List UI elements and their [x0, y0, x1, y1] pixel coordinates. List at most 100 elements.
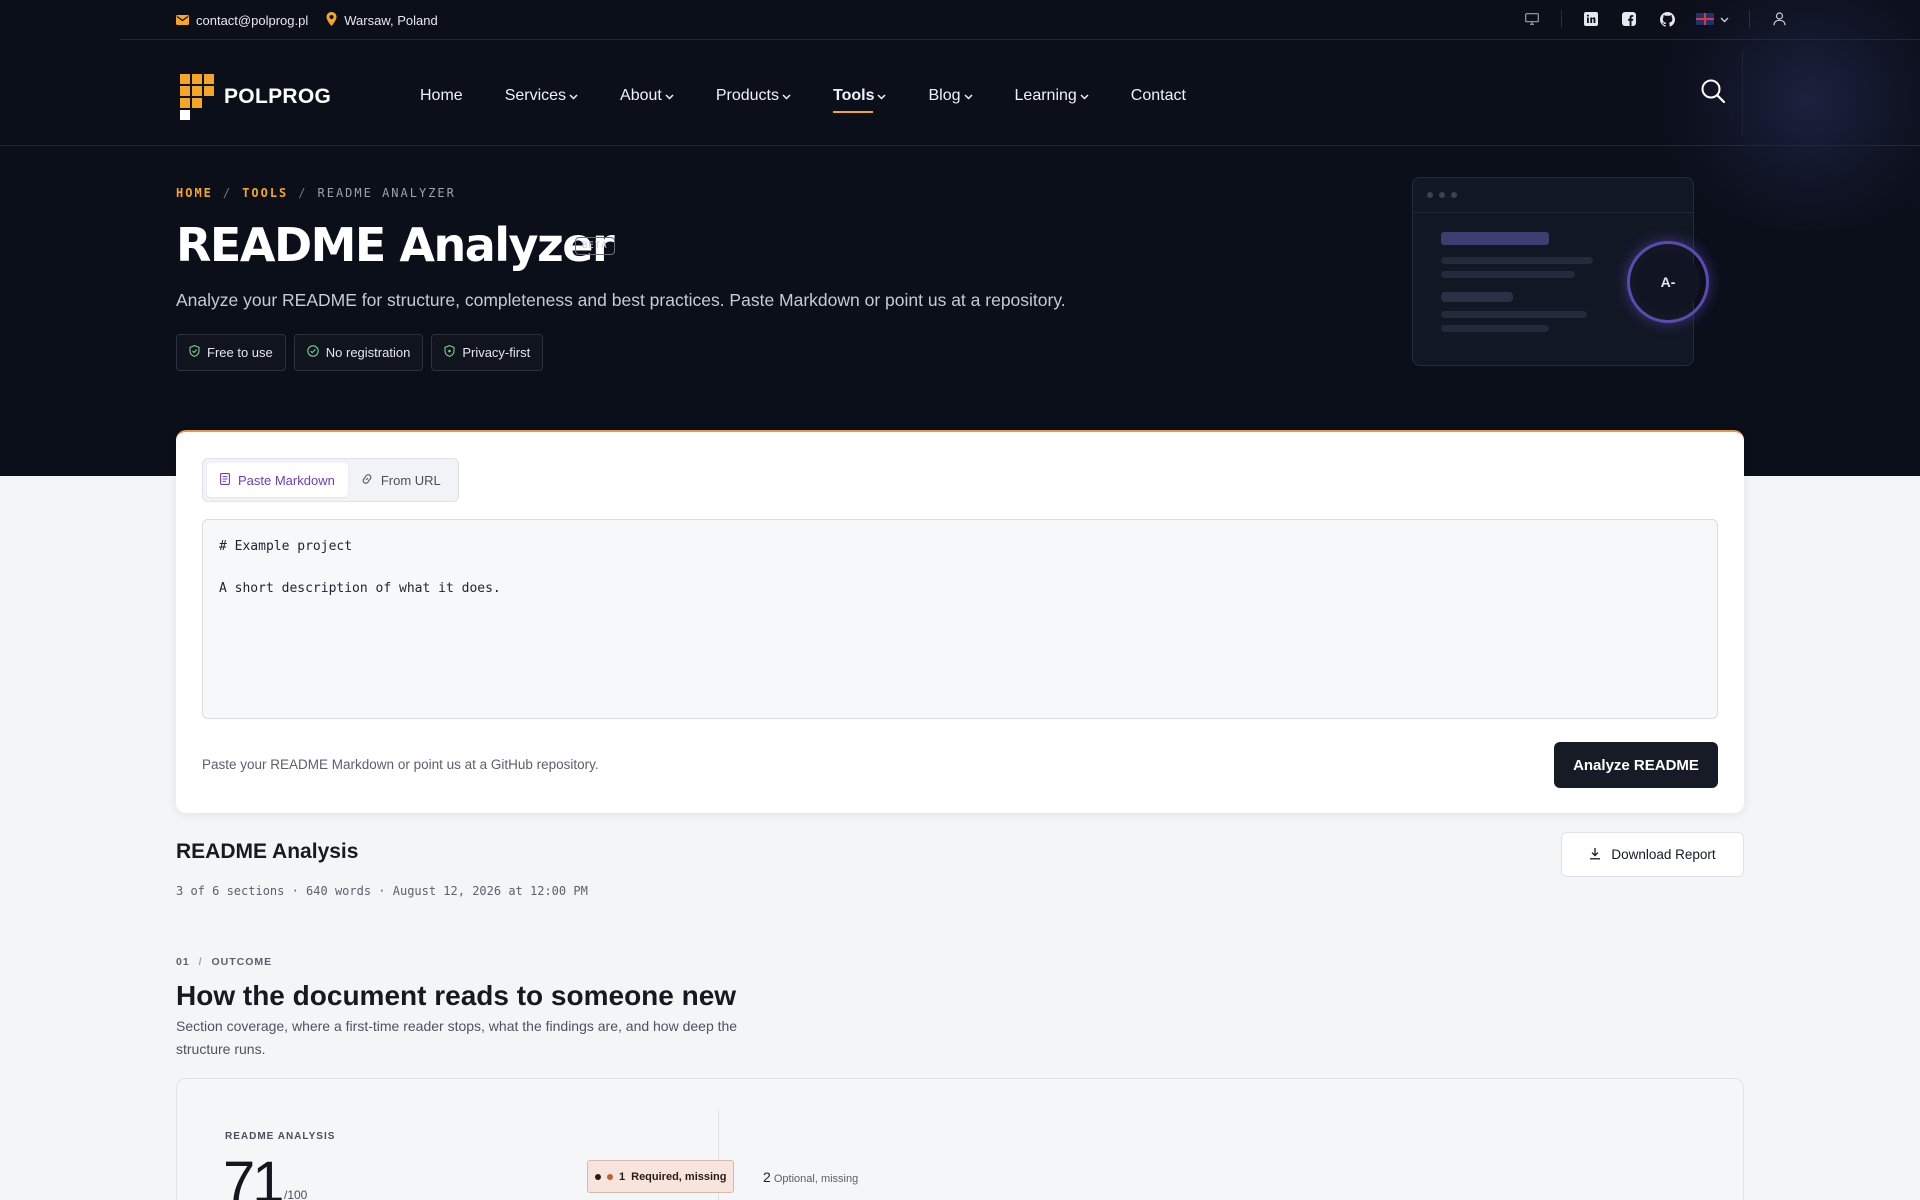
breadcrumb-current: README ANALYZER — [317, 186, 456, 200]
section-title: How the document reads to someone new — [176, 980, 737, 1011]
user-icon[interactable] — [1770, 10, 1788, 28]
nav-label: Blog — [928, 87, 961, 104]
chevron-down-icon — [1720, 10, 1729, 28]
pill-free: Free to use — [176, 334, 286, 371]
tab-from-url[interactable]: From URL — [348, 463, 454, 497]
input-hint: Paste your README Markdown or point us a… — [202, 757, 599, 772]
markdown-editor[interactable]: # Example project A short description of… — [202, 519, 1718, 719]
breadcrumb-separator: / — [298, 186, 308, 200]
tab-label: From URL — [380, 472, 441, 488]
email-link[interactable]: contact@polprog.pl — [176, 13, 308, 28]
results-title: README Analysis — [176, 840, 359, 863]
nav-label: About — [620, 87, 662, 104]
required-missing-badge[interactable]: 1 Required, missing — [587, 1160, 735, 1193]
breadcrumb-tools[interactable]: TOOLS — [242, 186, 288, 200]
github-icon[interactable] — [1658, 10, 1676, 28]
score-value: 71 — [223, 1150, 284, 1200]
chevron-down-icon — [665, 87, 674, 105]
grade-text: A- — [1660, 274, 1676, 290]
feature-pills: Free to use No registration Privacy-firs… — [176, 334, 544, 371]
input-mode-tabs: Paste Markdown From URL — [202, 458, 459, 502]
divider — [1749, 10, 1750, 28]
nav-menu: Home Services About Products Tools Blog … — [420, 84, 1228, 113]
download-label: Download Report — [1611, 847, 1716, 862]
results-meta: 3 of 6 sections · 640 words · August 12,… — [176, 884, 588, 898]
optional-missing-count: 2 — [763, 1169, 771, 1185]
chevron-down-icon — [877, 87, 887, 105]
chevron-down-icon — [782, 87, 791, 105]
breadcrumb: HOME / TOOLS / README ANALYZER — [176, 186, 456, 200]
logo[interactable]: POLPROG — [180, 74, 331, 120]
eyebrow-separator: / — [198, 956, 203, 968]
pill-label: Free to use — [207, 345, 273, 360]
score-label: README ANALYSIS — [225, 1131, 336, 1142]
nav-item-blog[interactable]: Blog — [928, 84, 973, 108]
divider — [1561, 10, 1562, 28]
tab-paste-markdown[interactable]: Paste Markdown — [207, 463, 348, 497]
analyze-readme-button[interactable]: Analyze README — [1554, 742, 1718, 788]
section-number: 01 — [176, 956, 190, 968]
pill-label: Privacy-first — [462, 345, 531, 360]
required-missing-label: Required, missing — [631, 1170, 727, 1183]
logo-text: POLPROG — [224, 85, 332, 108]
location-text: Warsaw, Poland — [344, 13, 438, 28]
status-dot — [607, 1173, 613, 1180]
pill-no-registration: No registration — [293, 334, 424, 371]
main-navigation: POLPROG Home Services About Products Too… — [0, 40, 1920, 146]
nav-item-contact[interactable]: Contact — [1131, 84, 1186, 108]
breadcrumb-separator: / — [222, 186, 233, 200]
download-report-button[interactable]: Download Report — [1561, 832, 1744, 877]
required-missing-count: 1 — [619, 1170, 626, 1183]
check-circle-icon — [307, 345, 319, 360]
search-icon[interactable] — [1700, 78, 1728, 106]
nav-item-products[interactable]: Products — [716, 84, 791, 108]
location-pin-icon — [326, 12, 337, 29]
monitor-icon[interactable] — [1523, 10, 1541, 28]
linkedin-icon[interactable] — [1582, 10, 1600, 28]
location: Warsaw, Poland — [326, 12, 438, 29]
section-description: Section coverage, where a first-time rea… — [176, 1018, 738, 1057]
nav-item-services[interactable]: Services — [505, 84, 578, 108]
download-icon — [1589, 847, 1601, 863]
optional-missing-label: Optional, missing — [773, 1173, 859, 1185]
flag-uk-icon — [1696, 13, 1714, 25]
top-bar: contact@polprog.pl Warsaw, Poland — [120, 0, 1920, 40]
grade-ring: A- — [1627, 241, 1709, 323]
contact-info: contact@polprog.pl Warsaw, Poland — [176, 12, 438, 29]
facebook-icon[interactable] — [1620, 10, 1638, 28]
section-eyebrow: 01 / OUTCOME — [176, 956, 272, 968]
email-text: contact@polprog.pl — [196, 13, 309, 28]
document-icon — [220, 472, 230, 488]
link-icon — [361, 473, 373, 488]
nav-item-home[interactable]: Home — [420, 84, 463, 108]
breadcrumb-home[interactable]: HOME — [176, 186, 213, 200]
pill-privacy: Privacy-first — [431, 334, 544, 371]
status-dot — [595, 1173, 601, 1180]
language-selector[interactable] — [1696, 10, 1729, 28]
section-name: OUTCOME — [211, 956, 273, 968]
chevron-down-icon — [1080, 87, 1089, 105]
nav-label: Home — [420, 87, 463, 104]
nav-item-about[interactable]: About — [620, 84, 674, 108]
nav-label: Contact — [1130, 87, 1186, 104]
divider — [1742, 50, 1743, 136]
hero-background: contact@polprog.pl Warsaw, Poland POLPRO… — [0, 0, 1920, 476]
nav-item-tools[interactable]: Tools — [833, 84, 887, 113]
nav-label: Products — [715, 87, 779, 104]
pill-label: No registration — [325, 345, 411, 360]
topbar-actions — [1523, 10, 1788, 28]
nav-item-learning[interactable]: Learning — [1015, 84, 1089, 108]
tab-label: Paste Markdown — [238, 472, 335, 488]
logo-mark-icon — [180, 74, 216, 120]
nav-label: Tools — [833, 87, 875, 104]
beta-badge: BETA — [575, 237, 615, 255]
page-subtitle: Analyze your README for structure, compl… — [176, 290, 1066, 310]
analyzer-card: Paste Markdown From URL # Example projec… — [176, 430, 1744, 813]
mail-icon — [176, 13, 189, 28]
chevron-down-icon — [569, 87, 578, 105]
nav-label: Services — [504, 87, 567, 104]
nav-label: Learning — [1014, 87, 1077, 104]
score-denominator: /100 — [284, 1188, 308, 1200]
shield-check-icon — [189, 345, 200, 360]
window-dots — [1413, 178, 1693, 213]
